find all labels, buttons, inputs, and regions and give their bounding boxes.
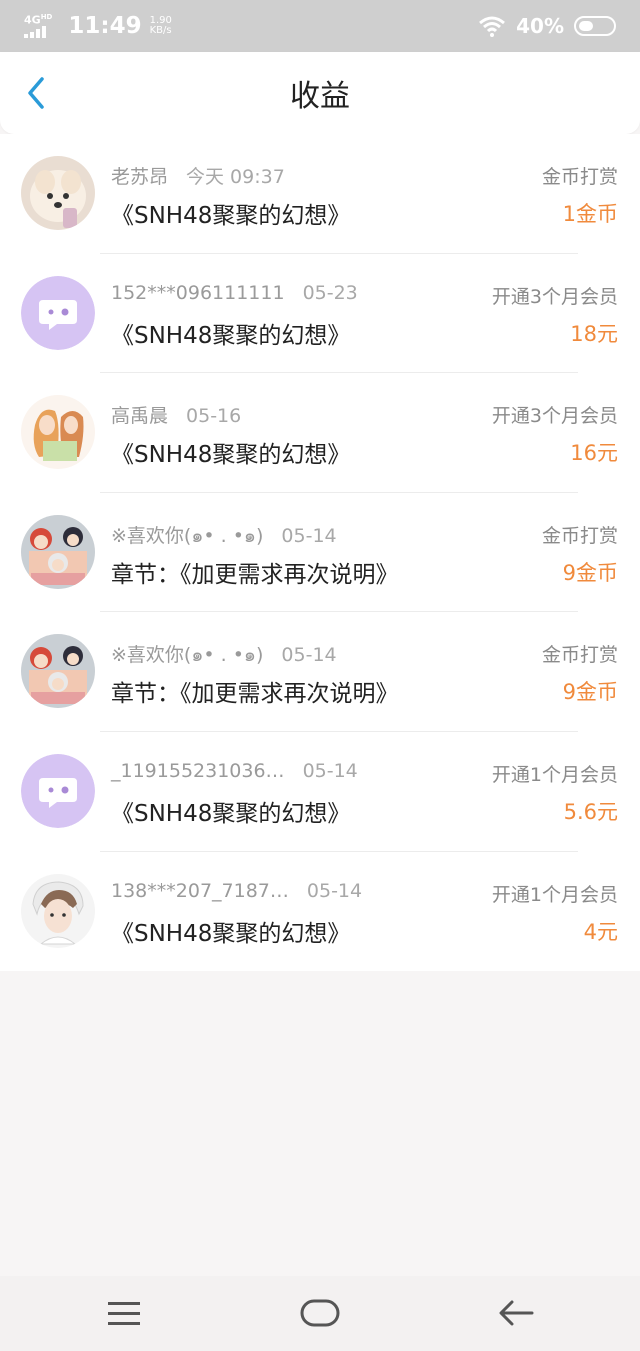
earnings-list: 老苏昂 今天 09:37 《SNH48聚聚的幻想》 金币打赏 1金币 152***0961…	[0, 134, 640, 972]
chat-bubble-icon	[21, 753, 95, 828]
earning-type: 金币打赏	[541, 524, 618, 547]
anime-group-avatar-icon	[21, 634, 95, 709]
row-title: 章节：《加更需求再次说明》	[111, 681, 399, 708]
avatar[interactable]	[21, 156, 95, 230]
row-date: 今天 09:37	[186, 166, 285, 188]
row-date: 05-16	[186, 405, 242, 428]
row-title: 《SNH48聚聚的幻想》	[111, 203, 351, 229]
earning-amount: 4元	[583, 919, 618, 944]
chevron-left-icon	[28, 77, 44, 109]
battery-percent: 40%	[516, 14, 564, 38]
avatar[interactable]	[21, 753, 95, 828]
row-meta: 高禹晨 05-16	[111, 401, 241, 428]
row-date: 05-14	[281, 524, 337, 547]
row-title: 章节：《加更需求再次说明》	[111, 561, 399, 588]
signal-indicator: 4GHD	[24, 12, 60, 40]
earning-amount: 5.6元	[563, 799, 618, 824]
anime-couple-avatar-icon	[21, 395, 95, 470]
earning-type: 开通3个月会员	[491, 285, 618, 308]
earning-amount: 1金币	[562, 202, 618, 226]
user-name: 老苏昂	[111, 166, 169, 188]
earnings-row[interactable]: _119155231036… 05-14 《SNH48聚聚的幻想》 开通1个月会员 5.…	[0, 732, 640, 852]
row-meta: ※喜欢你(๑• . •๑) 05-14	[111, 640, 337, 670]
user-name: 138***207_7187…	[111, 879, 289, 902]
earning-amount: 16元	[570, 441, 618, 466]
row-title: 《SNH48聚聚的幻想》	[111, 322, 351, 349]
earnings-row[interactable]: 高禹晨 05-16 《SNH48聚聚的幻想》 开通3个月会员 16元	[0, 373, 640, 493]
battery-icon	[574, 16, 616, 36]
anime-boy-avatar-icon	[21, 873, 95, 948]
earning-amount: 9金币	[562, 560, 618, 585]
earning-type: 开通1个月会员	[491, 763, 618, 786]
earnings-row[interactable]: ※喜欢你(๑• . •๑) 05-14 章节：《加更需求再次说明》 金币打赏 9金币	[0, 612, 640, 732]
earnings-row[interactable]: 152***096111111 05-23 《SNH48聚聚的幻想》 开通3个月会员 1…	[0, 254, 640, 374]
earning-type: 金币打赏	[541, 644, 618, 667]
row-meta: 152***096111111 05-23	[111, 282, 358, 304]
earning-type: 开通3个月会员	[491, 405, 618, 428]
earnings-row[interactable]: 138***207_7187… 05-14 《SNH48聚聚的幻想》 开通1个月会员 4…	[0, 852, 640, 972]
row-meta: _119155231036… 05-14	[111, 760, 358, 782]
row-date: 05-14	[281, 644, 337, 667]
user-name: 152***096111111	[111, 281, 285, 304]
system-nav-bar	[0, 1276, 640, 1351]
page-title: 收益	[290, 79, 350, 114]
user-name: ※喜欢你(๑• . •๑)	[111, 524, 264, 547]
signal-icon	[24, 25, 46, 38]
avatar[interactable]	[21, 395, 95, 470]
menu-button[interactable]	[100, 1296, 148, 1330]
battery-fill	[579, 21, 593, 31]
row-meta: ※喜欢你(๑• . •๑) 05-14	[111, 521, 337, 551]
chat-bubble-icon	[21, 275, 95, 350]
row-title: 《SNH48聚聚的幻想》	[111, 442, 351, 469]
row-date: 05-23	[302, 281, 358, 304]
network-speed-unit: KB/s	[149, 25, 172, 36]
row-title: 《SNH48聚聚的幻想》	[111, 800, 351, 827]
earning-type: 开通1个月会员	[491, 883, 618, 906]
avatar[interactable]	[21, 634, 95, 709]
row-date: 05-14	[302, 759, 358, 782]
back-button[interactable]	[14, 68, 58, 118]
earnings-row[interactable]: 老苏昂 今天 09:37 《SNH48聚聚的幻想》 金币打赏 1金币	[0, 134, 640, 254]
wifi-icon	[479, 16, 506, 37]
earning-type: 金币打赏	[541, 166, 618, 188]
home-icon	[300, 1299, 340, 1327]
network-sub: HD	[40, 13, 53, 22]
anime-group-avatar-icon	[21, 514, 95, 589]
home-button[interactable]	[296, 1296, 344, 1330]
earning-amount: 9金币	[562, 680, 618, 705]
avatar[interactable]	[21, 275, 95, 350]
row-meta: 138***207_7187… 05-14	[111, 880, 362, 902]
menu-icon	[108, 1302, 140, 1325]
network-speed: 1.90 KB/s	[150, 16, 172, 36]
user-name: ※喜欢你(๑• . •๑)	[111, 644, 264, 667]
system-back-button[interactable]	[492, 1296, 540, 1330]
dog-avatar-icon	[21, 156, 95, 230]
row-title: 《SNH48聚聚的幻想》	[111, 920, 351, 947]
clock: 11:49	[68, 13, 142, 39]
earnings-row[interactable]: ※喜欢你(๑• . •๑) 05-14 章节：《加更需求再次说明》 金币打赏 9金币	[0, 493, 640, 613]
row-date: 05-14	[306, 879, 363, 902]
row-meta: 老苏昂 今天 09:37	[111, 162, 285, 189]
earning-amount: 18元	[570, 321, 618, 346]
arrow-left-icon	[499, 1300, 534, 1326]
user-name: _119155231036…	[111, 759, 285, 782]
user-name: 高禹晨	[111, 405, 169, 428]
header: 收益	[0, 52, 640, 134]
avatar[interactable]	[21, 514, 95, 589]
status-bar: 4GHD 11:49 1.90 KB/s 40%	[0, 0, 640, 52]
avatar[interactable]	[21, 873, 95, 948]
